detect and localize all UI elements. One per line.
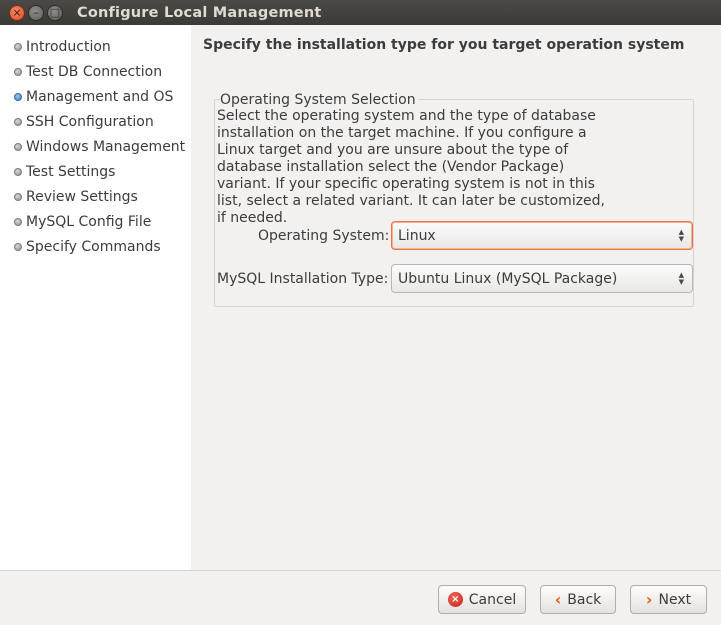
step-done-bullet-icon bbox=[14, 68, 22, 76]
window-controls: × – □ bbox=[9, 4, 63, 21]
operating-system-select[interactable]: Linux ▲ ▼ bbox=[391, 221, 693, 250]
step-introduction: Introduction bbox=[14, 37, 111, 57]
combo-arrows-icon: ▲ ▼ bbox=[678, 228, 684, 243]
step-pending-bullet-icon bbox=[14, 143, 22, 151]
step-test-settings: Test Settings bbox=[14, 162, 115, 182]
step-pending-bullet-icon bbox=[14, 243, 22, 251]
operating-system-label: Operating System: bbox=[258, 228, 390, 244]
step-test-db-connection: Test DB Connection bbox=[14, 62, 162, 82]
back-button[interactable]: ‹ Back bbox=[540, 585, 616, 614]
mysql-installation-type-value: Ubuntu Linux (MySQL Package) bbox=[398, 270, 618, 287]
step-label: Specify Commands bbox=[26, 239, 161, 255]
step-pending-bullet-icon bbox=[14, 218, 22, 226]
step-windows-management: Windows Management bbox=[14, 137, 185, 157]
chevron-left-icon: ‹ bbox=[554, 589, 562, 609]
wizard-steps-sidebar: Introduction Test DB Connection Manageme… bbox=[0, 25, 191, 570]
step-mysql-config-file: MySQL Config File bbox=[14, 212, 151, 232]
step-current-bullet-icon bbox=[14, 93, 22, 101]
cancel-icon: × bbox=[447, 592, 463, 607]
step-label: Test Settings bbox=[26, 164, 116, 180]
next-button[interactable]: › Next bbox=[630, 585, 707, 614]
step-label: Introduction bbox=[26, 39, 111, 55]
step-management-and-os: Management and OS bbox=[14, 87, 173, 107]
step-done-bullet-icon bbox=[14, 43, 22, 51]
step-label: Windows Management bbox=[26, 139, 186, 155]
step-label: MySQL Config File bbox=[26, 214, 152, 230]
cancel-button[interactable]: × Cancel bbox=[438, 585, 526, 614]
operating-system-value: Linux bbox=[398, 227, 436, 244]
combo-arrows-icon: ▲ ▼ bbox=[678, 271, 684, 286]
group-title: Operating System Selection bbox=[220, 91, 418, 109]
step-label: Test DB Connection bbox=[26, 64, 163, 80]
step-specify-commands: Specify Commands bbox=[14, 237, 161, 257]
cancel-button-label: Cancel bbox=[468, 591, 517, 608]
maximize-icon[interactable]: □ bbox=[47, 4, 63, 21]
close-icon[interactable]: × bbox=[9, 4, 25, 21]
step-review-settings: Review Settings bbox=[14, 187, 138, 207]
step-label: Management and OS bbox=[26, 89, 174, 105]
step-label: Review Settings bbox=[26, 189, 138, 205]
step-pending-bullet-icon bbox=[14, 168, 22, 176]
page-heading: Specify the installation type for you ta… bbox=[203, 37, 685, 53]
step-pending-bullet-icon bbox=[14, 118, 22, 126]
group-description: Select the operating system and the type… bbox=[217, 108, 606, 226]
mysql-installation-type-label: MySQL Installation Type: bbox=[217, 271, 389, 287]
back-button-label: Back bbox=[567, 591, 602, 608]
minimize-icon[interactable]: – bbox=[28, 4, 44, 21]
step-label: SSH Configuration bbox=[26, 114, 154, 130]
step-ssh-configuration: SSH Configuration bbox=[14, 112, 154, 132]
mysql-installation-type-select[interactable]: Ubuntu Linux (MySQL Package) ▲ ▼ bbox=[391, 264, 693, 293]
chevron-right-icon: › bbox=[645, 589, 653, 609]
window-title: Configure Local Management bbox=[77, 4, 322, 21]
next-button-label: Next bbox=[658, 591, 692, 608]
step-pending-bullet-icon bbox=[14, 193, 22, 201]
title-bar: × – □ Configure Local Management bbox=[0, 0, 721, 25]
